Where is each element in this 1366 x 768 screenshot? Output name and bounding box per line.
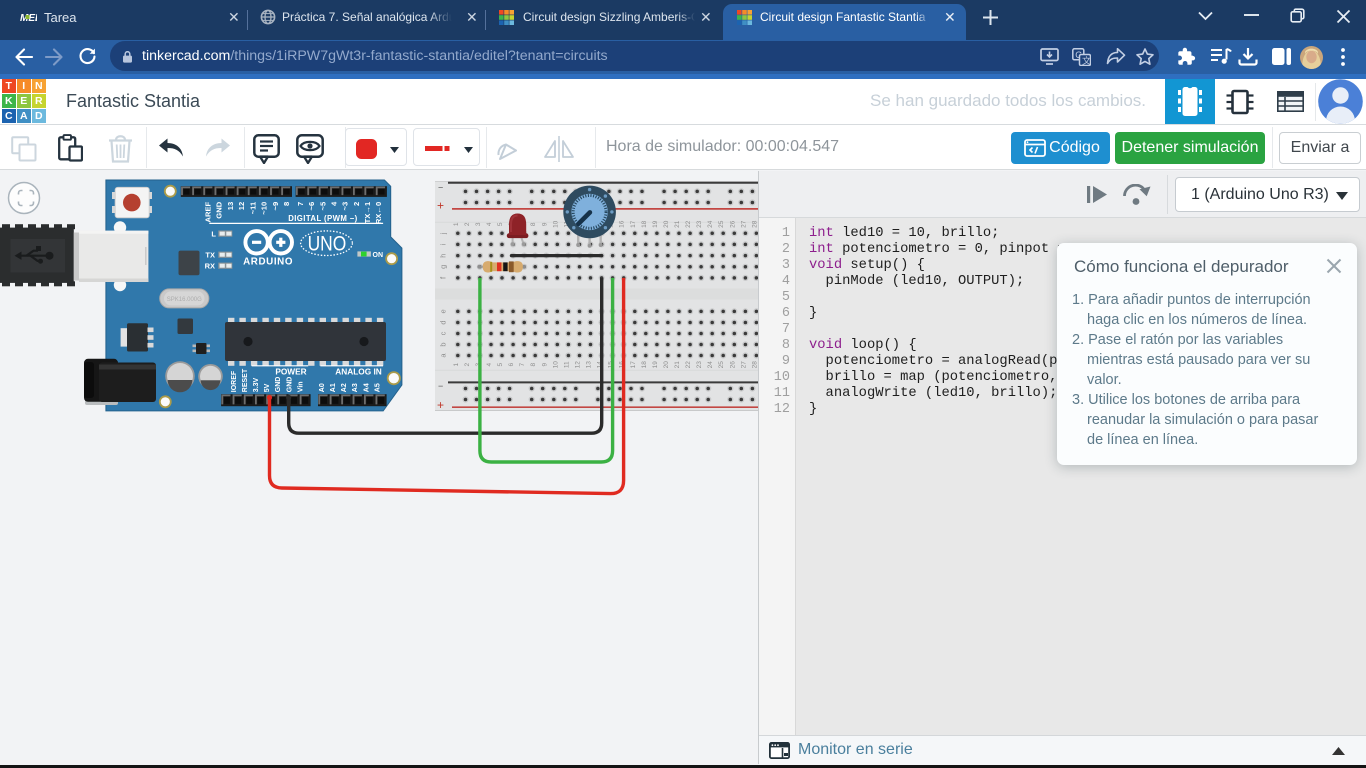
svg-text:d: d [438,320,447,324]
svg-text:DIGITAL (PWM –): DIGITAL (PWM –) [288,214,357,223]
svg-text:+: + [437,199,444,213]
svg-text:2: 2 [464,363,471,367]
svg-text:17: 17 [630,361,637,369]
svg-text:17: 17 [630,220,637,228]
svg-text:RESET: RESET [242,368,249,392]
svg-text:ARDUINO: ARDUINO [243,257,293,268]
svg-text:18: 18 [641,361,648,369]
svg-text:ON: ON [373,252,384,259]
svg-text:18: 18 [641,220,648,228]
svg-text:13: 13 [226,202,235,210]
svg-text:7: 7 [519,363,526,367]
svg-text:12: 12 [575,361,582,369]
svg-text:3: 3 [475,222,482,226]
svg-text:RX←0: RX←0 [374,202,383,224]
svg-text:~10: ~10 [260,202,269,215]
svg-text:j: j [438,232,447,235]
svg-text:~5: ~5 [318,201,327,210]
svg-text:4: 4 [486,222,493,226]
svg-text:9: 9 [541,222,548,226]
svg-text:22: 22 [685,220,692,228]
svg-text:A0: A0 [319,383,326,392]
svg-text:12: 12 [237,202,246,210]
svg-text:24: 24 [707,361,714,369]
svg-text:A5: A5 [374,383,381,392]
svg-text:g: g [438,265,447,269]
svg-text:GND: GND [286,377,293,393]
svg-text:22: 22 [685,361,692,369]
svg-text:21: 21 [674,361,681,369]
svg-text:b: b [438,342,447,346]
svg-text:25: 25 [718,220,725,228]
svg-text:2: 2 [352,202,361,206]
svg-text:GND: GND [275,377,282,393]
svg-text:e: e [438,309,447,313]
svg-text:~11: ~11 [248,201,257,214]
svg-text:6: 6 [508,363,515,367]
svg-text:UNO: UNO [308,233,347,256]
svg-text:19: 19 [652,361,659,369]
svg-text:4: 4 [486,363,493,367]
svg-text:TX: TX [205,250,215,259]
svg-text:8: 8 [282,202,291,206]
svg-text:5: 5 [497,363,504,367]
svg-text:16: 16 [619,220,626,228]
svg-text:A3: A3 [352,383,359,392]
svg-text:~3: ~3 [341,202,350,211]
svg-text:+: + [437,398,444,412]
svg-text:7: 7 [296,202,305,206]
svg-text:5: 5 [497,222,504,226]
svg-text:ANALOG IN: ANALOG IN [335,367,382,377]
svg-text:GND: GND [215,201,224,218]
svg-text:−: − [438,381,443,391]
svg-text:POWER: POWER [275,367,306,377]
svg-text:2: 2 [464,222,471,226]
svg-text:AREF: AREF [204,201,213,222]
svg-text:20: 20 [663,220,670,228]
svg-text:1: 1 [453,222,460,226]
svg-text:28: 28 [751,220,758,228]
svg-text:c: c [438,331,447,335]
svg-text:26: 26 [729,361,736,369]
svg-text:11: 11 [563,361,570,368]
svg-text:21: 21 [674,220,681,228]
svg-text:25: 25 [718,361,725,369]
svg-text:Vin: Vin [297,381,304,392]
svg-text:3.3V: 3.3V [253,377,260,392]
svg-text:L: L [211,229,216,238]
svg-text:RX: RX [205,261,215,270]
svg-text:10: 10 [552,220,559,228]
svg-text:SPK16.000G: SPK16.000G [167,297,202,303]
svg-text:~9: ~9 [271,202,280,211]
svg-text:1: 1 [453,363,460,367]
svg-text:~6: ~6 [307,202,316,211]
svg-text:13: 13 [586,361,593,369]
svg-text:23: 23 [696,220,703,228]
svg-text:8: 8 [530,222,537,226]
svg-text:20: 20 [663,361,670,369]
svg-text:26: 26 [729,220,736,228]
svg-text:TX→1: TX→1 [363,201,372,223]
svg-text:24: 24 [707,220,714,228]
svg-text:A2: A2 [341,383,348,392]
svg-text:文: 文 [1082,54,1091,65]
svg-text:27: 27 [740,361,747,369]
svg-text:5V: 5V [264,383,271,392]
svg-text:A4: A4 [363,383,370,392]
svg-text:9: 9 [541,363,548,367]
svg-text:8: 8 [530,363,537,367]
svg-text:IOREF: IOREF [231,370,238,392]
svg-text:−: − [438,183,443,193]
svg-text:19: 19 [652,220,659,228]
svg-text:10: 10 [552,361,559,369]
svg-text:28: 28 [751,361,758,369]
svg-text:h: h [438,254,447,258]
svg-text:27: 27 [740,220,747,228]
svg-text:23: 23 [696,361,703,369]
svg-text:A1: A1 [330,383,337,392]
